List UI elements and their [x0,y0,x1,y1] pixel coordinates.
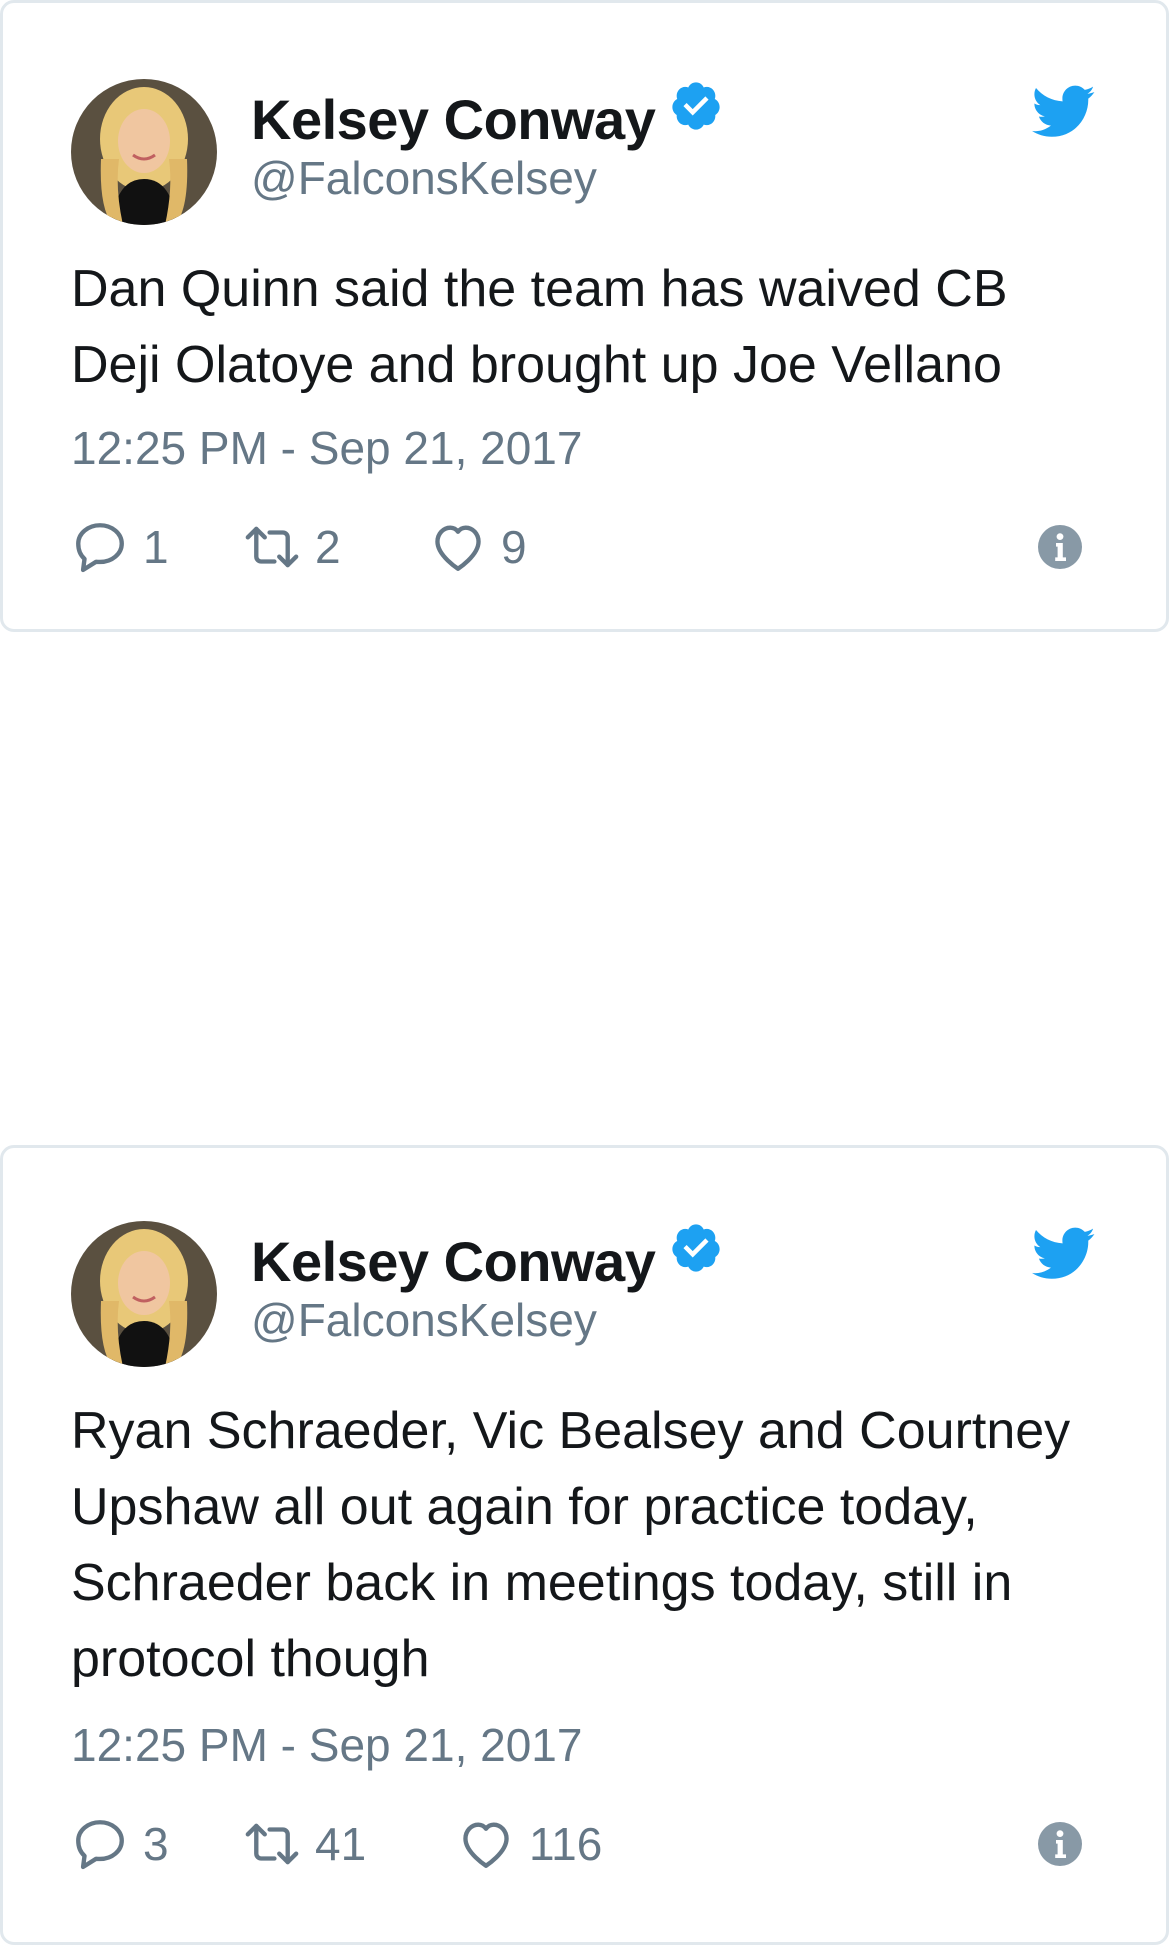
author-row[interactable]: Kelsey Conway [251,1223,723,1294]
like-count: 116 [529,1818,603,1870]
like-button[interactable]: 9 [429,518,527,576]
avatar-image [71,1221,217,1367]
author-handle[interactable]: @FalconsKelsey [251,1293,597,1347]
tweet-card[interactable]: Kelsey Conway @FalconsKelsey Ryan Schrae… [0,1145,1169,1945]
like-count: 9 [501,521,527,573]
reply-icon [76,1820,124,1870]
author-handle[interactable]: @FalconsKelsey [251,151,597,205]
retweet-icon [245,1823,299,1865]
twitter-bird-icon[interactable] [1032,1227,1096,1281]
reply-count: 1 [143,521,169,573]
tweet-timestamp[interactable]: 12:25 PM - Sep 21, 2017 [71,1718,582,1772]
info-icon[interactable] [1036,523,1084,571]
author-display-name[interactable]: Kelsey Conway [251,87,656,152]
reply-count: 3 [143,1818,169,1870]
author-display-name[interactable]: Kelsey Conway [251,1229,656,1294]
retweet-button[interactable]: 41 [243,1815,457,1873]
retweet-button[interactable]: 2 [243,518,429,576]
tweet-actions: 3 41 116 [71,1812,1098,1876]
like-button[interactable]: 116 [457,1815,602,1873]
retweet-count: 41 [315,1818,367,1870]
retweet-count: 2 [315,521,341,573]
tweet-actions: 1 2 9 [71,515,1098,579]
heart-icon [435,525,481,571]
info-icon[interactable] [1036,1820,1084,1868]
verified-badge-icon [672,81,720,130]
author-row[interactable]: Kelsey Conway [251,81,723,152]
tweet-text: Dan Quinn said the team has waived CB De… [71,260,1008,394]
retweet-icon [245,526,299,568]
twitter-bird-icon[interactable] [1032,85,1096,139]
tweet-card[interactable]: Kelsey Conway @FalconsKelsey Dan Quinn s… [0,0,1169,632]
avatar-image [71,79,217,225]
reply-button[interactable]: 3 [71,1815,243,1873]
reply-icon [76,523,124,573]
tweet-timestamp[interactable]: 12:25 PM - Sep 21, 2017 [71,421,582,475]
tweet-text: Ryan Schraeder, Vic Bealsey and Courtney… [71,1402,1071,1688]
heart-icon [463,1822,509,1868]
avatar[interactable] [71,79,217,225]
reply-button[interactable]: 1 [71,518,243,576]
avatar[interactable] [71,1221,217,1367]
verified-badge-icon [672,1223,720,1272]
